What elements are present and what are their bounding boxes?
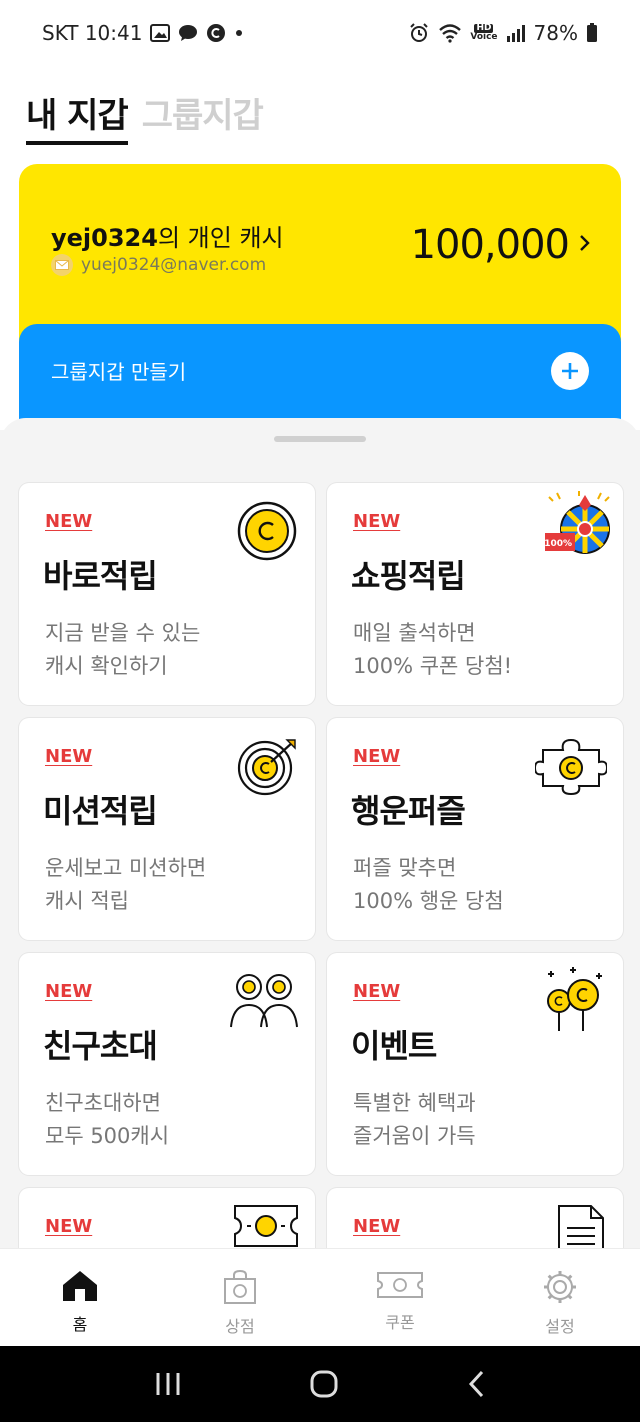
create-group-label: 그룹지갑 만들기 <box>51 360 187 384</box>
document-icon <box>558 1205 604 1248</box>
puzzle-icon <box>535 738 607 796</box>
new-badge: NEW <box>353 1216 401 1237</box>
hd-voice-icon: HD Voice <box>470 24 497 42</box>
nav-home-label: 홈 <box>72 1315 88 1334</box>
card-mission-reward[interactable]: NEW 미션적립 운세보고 미션하면 캐시 적립 <box>19 718 315 940</box>
target-icon <box>237 739 296 796</box>
card-title: 바로적립 <box>43 557 158 595</box>
voice-label: Voice <box>470 32 498 42</box>
bottom-navigation: 홈 상점 쿠폰 설정 <box>0 1248 640 1346</box>
signal-icon <box>506 24 526 42</box>
create-group-wallet-card[interactable]: 그룹지갑 만들기 <box>19 324 621 424</box>
recent-apps-icon[interactable] <box>154 1371 182 1397</box>
owner-name: yej0324 <box>51 224 158 252</box>
card-invite-friends[interactable]: NEW 친구초대 친구초대하면 모두 500캐시 <box>19 953 315 1175</box>
owner-suffix: 의 개인 캐시 <box>157 224 284 252</box>
wallet-owner: yej0324의 개인 캐시 <box>51 218 284 253</box>
card-instant-reward[interactable]: NEW 바로적립 지금 받을 수 있는 캐시 확인하기 <box>19 483 315 705</box>
nav-store[interactable]: 상점 <box>160 1249 320 1346</box>
card-title: 미션적립 <box>43 792 158 830</box>
nav-home[interactable]: 홈 <box>0 1249 160 1346</box>
status-bar: SKT 10:41 HD Voice 78% <box>0 0 640 66</box>
card-desc: 친구초대하면 모두 500캐시 <box>45 1091 170 1148</box>
card-title: 이벤트 <box>351 1027 437 1065</box>
new-badge: NEW <box>45 981 93 1002</box>
new-badge: NEW <box>45 1216 93 1237</box>
card-title: 친구초대 <box>43 1027 158 1065</box>
card-title: 행운퍼즐 <box>351 792 466 830</box>
nav-settings-label: 설정 <box>545 1317 575 1336</box>
shopping-bag-icon <box>224 1269 256 1304</box>
gallery-icon <box>150 24 171 42</box>
card-document[interactable]: NEW <box>327 1188 623 1248</box>
system-navigation-bar <box>0 1346 640 1422</box>
roulette-badge-text: 100% <box>544 539 572 549</box>
nav-settings[interactable]: 설정 <box>480 1249 640 1346</box>
amount-value: 100,000 <box>410 222 570 268</box>
coupon-icon <box>377 1272 423 1298</box>
new-badge: NEW <box>45 746 93 767</box>
coin-icon <box>237 501 297 561</box>
card-desc: 특별한 혜택과 즐거움이 가득 <box>353 1091 476 1148</box>
nav-coupon[interactable]: 쿠폰 <box>320 1249 480 1346</box>
home-button-icon[interactable] <box>309 1369 339 1399</box>
new-badge: NEW <box>353 981 401 1002</box>
email-text: yuej0324@naver.com <box>81 255 267 275</box>
nav-store-label: 상점 <box>225 1317 255 1336</box>
card-title: 쇼핑적립 <box>351 557 466 595</box>
home-icon <box>63 1271 97 1301</box>
card-ticket[interactable]: NEW <box>19 1188 315 1248</box>
new-badge: NEW <box>353 746 401 767</box>
cash-app-icon <box>206 23 226 43</box>
tab-group-wallet[interactable]: 그룹지갑 <box>142 88 264 141</box>
gear-icon <box>544 1271 576 1303</box>
wallet-email: yuej0324@naver.com <box>51 254 266 276</box>
battery-icon <box>586 23 598 43</box>
balloon-icon <box>547 967 602 1031</box>
tab-my-wallet[interactable]: 내 지갑 <box>26 88 129 145</box>
mail-icon <box>51 254 73 276</box>
notification-dot-icon <box>234 28 244 38</box>
friends-icon <box>230 974 298 1028</box>
wifi-icon <box>438 23 462 43</box>
plus-icon <box>562 363 578 379</box>
carrier-time: SKT 10:41 <box>42 21 143 45</box>
card-desc: 운세보고 미션하면 캐시 적립 <box>45 856 207 913</box>
new-badge: NEW <box>45 511 93 532</box>
back-icon[interactable] <box>466 1369 486 1399</box>
menu-sheet: NEW 바로적립 지금 받을 수 있는 캐시 확인하기 NEW 쇼핑적립 매일 … <box>0 418 640 1248</box>
sheet-drag-handle[interactable] <box>274 436 366 442</box>
nav-coupon-label: 쿠폰 <box>385 1313 415 1332</box>
card-lucky-puzzle[interactable]: NEW 행운퍼즐 퍼즐 맞추면 100% 행운 당첨 <box>327 718 623 940</box>
card-desc: 퍼즐 맞추면 100% 행운 당첨 <box>353 856 504 913</box>
card-shopping-reward[interactable]: NEW 쇼핑적립 매일 출석하면 100% 쿠폰 당첨! 100% <box>327 483 623 705</box>
card-desc: 매일 출석하면 100% 쿠폰 당첨! <box>353 621 513 678</box>
add-group-button[interactable] <box>551 352 589 390</box>
chevron-right-icon <box>579 230 591 260</box>
ticket-icon <box>234 1205 298 1247</box>
chat-icon <box>178 24 198 42</box>
card-desc: 지금 받을 수 있는 캐시 확인하기 <box>45 621 201 678</box>
battery-percent: 78% <box>533 21 578 45</box>
wallet-amount[interactable]: 100,000 <box>411 222 591 268</box>
card-event[interactable]: NEW 이벤트 특별한 혜택과 즐거움이 가득 <box>327 953 623 1175</box>
roulette-icon <box>545 491 610 554</box>
alarm-icon <box>408 22 430 44</box>
new-badge: NEW <box>353 511 401 532</box>
